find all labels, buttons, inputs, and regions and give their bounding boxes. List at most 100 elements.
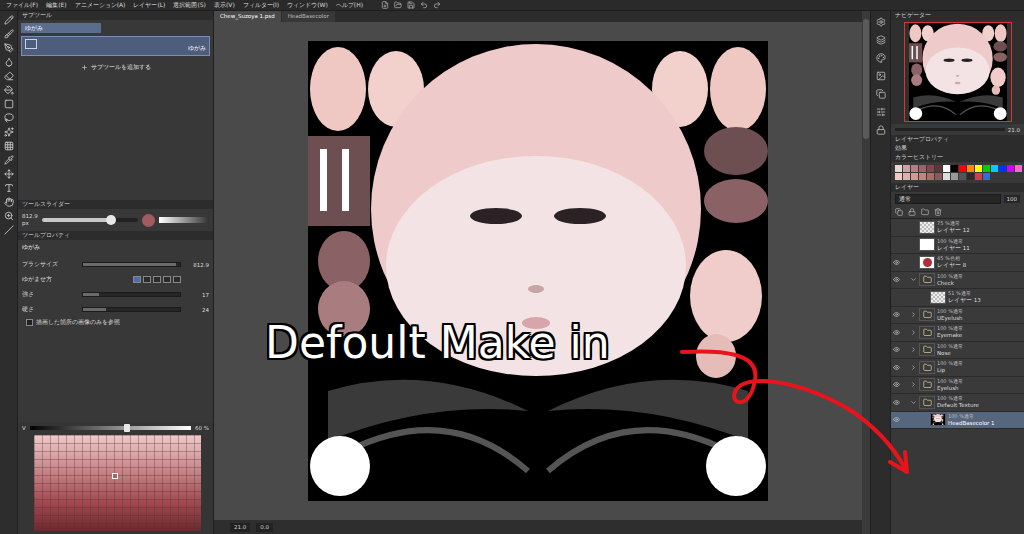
copy-icon[interactable] [895,208,903,216]
open-folder-icon[interactable] [394,1,402,9]
color-swatch[interactable] [895,165,902,172]
layer-row[interactable]: 100 %通常Check [891,272,1024,290]
size-slider[interactable] [42,218,138,222]
color-grid[interactable] [34,435,201,531]
panel-icon[interactable] [876,53,886,63]
panel-icon[interactable] [876,89,886,99]
checkbox[interactable] [26,319,33,326]
color-swatch[interactable] [895,173,902,180]
mode-button[interactable] [173,276,181,283]
color-marker[interactable] [112,473,118,479]
color-swatch[interactable] [983,165,990,172]
angle-readout[interactable]: 0.0 [256,523,273,532]
color-swatch[interactable] [975,173,982,180]
panel-header[interactable]: レイヤープロパティ [891,135,1024,144]
tool-icon[interactable] [4,113,14,123]
vertical-scrollbar[interactable] [862,11,870,534]
menu-item[interactable]: フィルター(I) [239,0,283,10]
canvas-view[interactable] [214,22,862,520]
lock-icon[interactable] [908,208,916,216]
expand-toggle[interactable] [909,276,917,283]
color-swatch[interactable] [967,165,974,172]
panel-header[interactable]: カラーヒストリー [891,153,1024,162]
menu-item[interactable]: 表示(V) [210,0,239,10]
expand-toggle[interactable] [909,346,917,353]
layer-row[interactable]: 100 %通常Eyemake [891,324,1024,342]
visibility-toggle[interactable] [891,399,902,406]
zoom-readout[interactable]: 21.0 [230,523,250,532]
color-swatch[interactable] [935,173,942,180]
navigator-preview[interactable] [904,22,1012,122]
panel-icon[interactable] [876,71,886,81]
menu-item[interactable]: 編集(E) [42,0,70,10]
tool-icon[interactable] [4,43,14,53]
color-swatch[interactable] [919,173,926,180]
tool-icon[interactable] [4,127,14,137]
trash-icon[interactable] [934,208,942,216]
layer-row[interactable]: 100 %通常HeadBasecolor 1 [891,412,1024,430]
panel-icon[interactable] [876,35,886,45]
menu-item[interactable]: レイヤー(L) [129,0,169,10]
color-swatch[interactable] [903,173,910,180]
layer-row[interactable]: 45 %色相レイヤー 8 [891,254,1024,272]
save-icon[interactable] [407,1,415,9]
blend-mode-select[interactable]: 通常 [895,194,1001,204]
menu-item[interactable]: 選択範囲(S) [169,0,210,10]
menu-item[interactable]: ヘルプ(H) [332,0,367,10]
layer-row[interactable]: 51 %通常レイヤー 13 [891,289,1024,307]
menu-item[interactable]: ファイル(F) [2,0,42,10]
property-checkbox-row[interactable]: 描画した箇所の画像のみを参照 [22,319,209,326]
expand-toggle[interactable] [909,311,917,318]
density-bar[interactable] [159,217,209,223]
opacity-field[interactable]: 100 [1004,195,1021,203]
color-swatch[interactable] [991,165,998,172]
panel-icon[interactable] [876,125,886,135]
layer-row[interactable]: 100 %通常Lip [891,359,1024,377]
scroll-thumb[interactable] [863,19,869,139]
visibility-toggle[interactable] [891,381,902,388]
color-swatch[interactable] [943,173,950,180]
texture-canvas[interactable] [308,41,768,501]
menu-item[interactable]: ウィンドウ(W) [283,0,332,10]
expand-toggle[interactable] [909,329,917,336]
panel-icon[interactable] [876,107,886,117]
property-slider[interactable] [82,262,181,267]
visibility-toggle[interactable] [891,329,902,336]
color-swatch[interactable] [959,173,966,180]
visibility-toggle[interactable] [891,311,902,318]
color-swatch[interactable] [951,165,958,172]
color-swatch[interactable] [903,165,910,172]
property-slider[interactable] [82,292,181,297]
property-slider[interactable] [82,307,181,312]
color-swatch[interactable] [951,173,958,180]
color-swatch[interactable] [959,165,966,172]
tool-icon[interactable] [4,169,14,179]
color-swatch[interactable] [919,165,926,172]
mode-button[interactable] [143,276,151,283]
value-slider[interactable] [30,426,191,430]
tool-icon[interactable] [4,197,14,207]
undo-icon[interactable] [420,1,428,9]
add-subtool-button[interactable]: サブツールを追加する [21,59,210,76]
expand-toggle[interactable] [909,364,917,371]
tool-icon[interactable] [4,99,14,109]
mode-button[interactable] [163,276,171,283]
layer-row[interactable]: 100 %通常レイヤー 11 [891,237,1024,255]
visibility-toggle[interactable] [891,259,902,266]
tool-icon[interactable] [4,141,14,151]
expand-toggle[interactable] [909,381,917,388]
tool-icon[interactable] [4,155,14,165]
tool-icon[interactable] [4,211,14,221]
color-swatch[interactable] [1015,165,1022,172]
layer-row[interactable]: 100 %通常Eyelush [891,377,1024,395]
tool-icon[interactable] [4,85,14,95]
visibility-toggle[interactable] [891,364,902,371]
color-swatch[interactable] [927,165,934,172]
visibility-toggle[interactable] [891,346,902,353]
new-file-icon[interactable] [381,1,389,9]
expand-toggle[interactable] [909,399,917,406]
visibility-toggle[interactable] [891,276,902,283]
color-swatch[interactable] [999,165,1006,172]
color-swatch[interactable] [943,165,950,172]
mode-button[interactable] [153,276,161,283]
